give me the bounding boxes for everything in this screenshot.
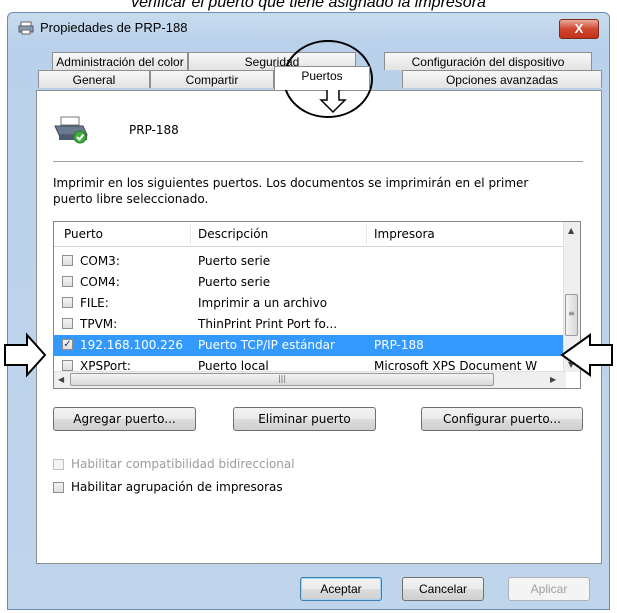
annotation-layer (4, 40, 613, 378)
left-arrow-icon (560, 333, 613, 377)
right-arrow-icon (4, 332, 47, 378)
tab-ports[interactable]: Puertos (274, 66, 370, 90)
